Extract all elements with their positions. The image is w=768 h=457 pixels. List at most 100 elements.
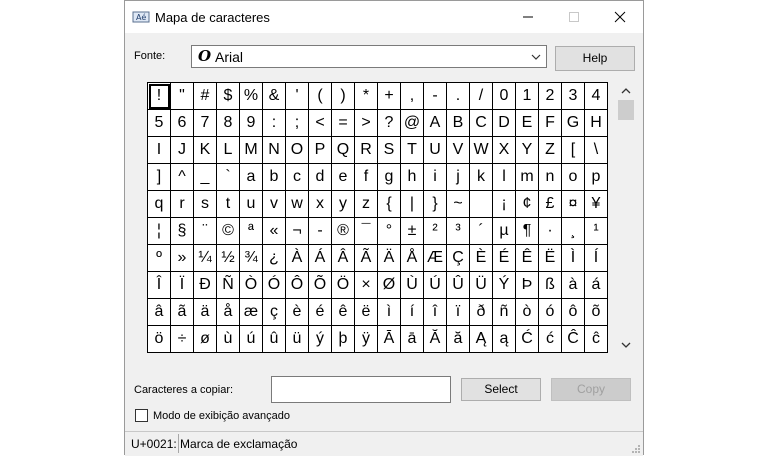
character-cell[interactable]: ì	[378, 299, 401, 326]
character-cell[interactable]: ã	[171, 299, 194, 326]
character-cell[interactable]: þ	[332, 326, 355, 353]
character-cell[interactable]: ó	[539, 299, 562, 326]
character-cell[interactable]: N	[263, 137, 286, 164]
character-cell[interactable]: û	[263, 326, 286, 353]
character-cell[interactable]: Ñ	[217, 272, 240, 299]
character-cell[interactable]: ß	[539, 272, 562, 299]
character-cell[interactable]: Ó	[263, 272, 286, 299]
character-cell[interactable]: k	[470, 164, 493, 191]
character-cell[interactable]: ÷	[171, 326, 194, 353]
character-cell[interactable]: 0	[493, 83, 516, 110]
character-cell[interactable]: Q	[332, 137, 355, 164]
character-cell[interactable]: Ă	[424, 326, 447, 353]
character-cell[interactable]: ć	[539, 326, 562, 353]
help-button[interactable]: Help	[555, 46, 635, 71]
character-cell[interactable]: Ú	[424, 272, 447, 299]
character-cell[interactable]: V	[447, 137, 470, 164]
character-cell[interactable]: Ã	[355, 245, 378, 272]
character-cell[interactable]: Ą	[470, 326, 493, 353]
character-cell[interactable]: )	[332, 83, 355, 110]
character-cell[interactable]: u	[240, 191, 263, 218]
character-cell[interactable]: ¨	[194, 218, 217, 245]
character-cell[interactable]: å	[217, 299, 240, 326]
character-cell[interactable]: v	[263, 191, 286, 218]
character-cell[interactable]: É	[493, 245, 516, 272]
scroll-down-button[interactable]	[617, 336, 635, 353]
character-cell[interactable]: #	[194, 83, 217, 110]
character-cell[interactable]: t	[217, 191, 240, 218]
character-cell[interactable]: ´	[470, 218, 493, 245]
character-cell[interactable]: X	[493, 137, 516, 164]
character-cell[interactable]: Ā	[378, 326, 401, 353]
character-cell[interactable]: %	[240, 83, 263, 110]
character-cell[interactable]: è	[286, 299, 309, 326]
character-cell[interactable]: Ä	[378, 245, 401, 272]
character-cell[interactable]: S	[378, 137, 401, 164]
character-cell[interactable]: I	[148, 137, 171, 164]
character-cell[interactable]: Ĉ	[562, 326, 585, 353]
character-cell[interactable]: Â	[332, 245, 355, 272]
character-cell[interactable]: Ö	[332, 272, 355, 299]
character-cell[interactable]: 3	[562, 83, 585, 110]
character-cell[interactable]: ¤	[562, 191, 585, 218]
character-cell[interactable]: 8	[217, 110, 240, 137]
character-cell[interactable]: [	[562, 137, 585, 164]
character-cell[interactable]	[470, 191, 493, 218]
character-cell[interactable]: /	[470, 83, 493, 110]
character-cell[interactable]: È	[470, 245, 493, 272]
character-cell[interactable]: ¸	[562, 218, 585, 245]
copy-button[interactable]: Copy	[551, 378, 631, 401]
character-cell[interactable]: é	[309, 299, 332, 326]
character-cell[interactable]: H	[585, 110, 608, 137]
character-cell[interactable]: Ü	[470, 272, 493, 299]
character-cell[interactable]: ^	[171, 164, 194, 191]
character-cell[interactable]: n	[539, 164, 562, 191]
character-cell[interactable]: 9	[240, 110, 263, 137]
character-cell[interactable]: Ð	[194, 272, 217, 299]
character-cell[interactable]: L	[217, 137, 240, 164]
character-cell[interactable]: Ô	[286, 272, 309, 299]
character-cell[interactable]: í	[401, 299, 424, 326]
character-cell[interactable]: ÿ	[355, 326, 378, 353]
character-cell[interactable]: Å	[401, 245, 424, 272]
scroll-thumb[interactable]	[618, 100, 634, 120]
character-cell[interactable]: æ	[240, 299, 263, 326]
character-cell[interactable]: Í	[585, 245, 608, 272]
character-cell[interactable]: O	[286, 137, 309, 164]
character-cell[interactable]: j	[447, 164, 470, 191]
character-cell[interactable]: >	[355, 110, 378, 137]
character-cell[interactable]: w	[286, 191, 309, 218]
character-cell[interactable]: ò	[516, 299, 539, 326]
character-cell[interactable]: *	[355, 83, 378, 110]
characters-to-copy-input[interactable]	[271, 376, 451, 403]
character-cell[interactable]: ä	[194, 299, 217, 326]
character-cell[interactable]: i	[424, 164, 447, 191]
character-cell[interactable]: e	[332, 164, 355, 191]
character-cell[interactable]: £	[539, 191, 562, 218]
character-cell[interactable]: o	[562, 164, 585, 191]
character-cell[interactable]: U	[424, 137, 447, 164]
character-cell[interactable]: ~	[447, 191, 470, 218]
character-cell[interactable]: Ù	[401, 272, 424, 299]
character-cell[interactable]: ü	[286, 326, 309, 353]
character-cell[interactable]: ð	[470, 299, 493, 326]
character-cell[interactable]: ²	[424, 218, 447, 245]
character-cell[interactable]: ý	[309, 326, 332, 353]
character-cell[interactable]: à	[562, 272, 585, 299]
character-cell[interactable]: ;	[286, 110, 309, 137]
character-cell[interactable]: ĉ	[585, 326, 608, 353]
character-cell[interactable]: =	[332, 110, 355, 137]
close-button[interactable]	[597, 1, 643, 33]
character-cell[interactable]: c	[286, 164, 309, 191]
maximize-button[interactable]	[551, 1, 597, 33]
character-cell[interactable]: ±	[401, 218, 424, 245]
character-cell[interactable]: T	[401, 137, 424, 164]
character-cell[interactable]: Ć	[516, 326, 539, 353]
character-cell[interactable]: J	[171, 137, 194, 164]
character-cell[interactable]: ñ	[493, 299, 516, 326]
character-cell[interactable]: q	[148, 191, 171, 218]
scroll-up-button[interactable]	[617, 82, 635, 99]
character-cell[interactable]: R	[355, 137, 378, 164]
character-cell[interactable]: \	[585, 137, 608, 164]
character-cell[interactable]: ô	[562, 299, 585, 326]
